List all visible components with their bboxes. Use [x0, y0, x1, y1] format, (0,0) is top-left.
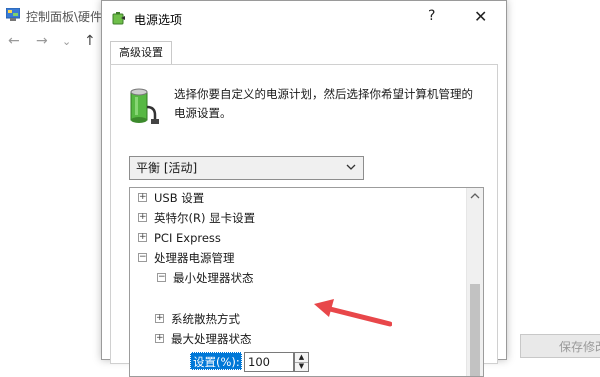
- save-changes-button[interactable]: 保存修改: [520, 334, 600, 358]
- back-arrow-icon[interactable]: ←: [8, 33, 20, 49]
- expand-icon[interactable]: +: [155, 314, 164, 323]
- tree-item-label: 系统散热方式: [171, 312, 240, 326]
- power-plan-select[interactable]: 平衡 [活动]: [129, 156, 364, 180]
- dialog-titlebar: 电源选项 ? ✕: [102, 1, 506, 35]
- power-options-dialog: 电源选项 ? ✕ 高级设置 选择你要自定义的电源计划，然后选择你希望计算机管理的…: [101, 0, 507, 377]
- setting-spinner[interactable]: ▲ ▼: [294, 352, 309, 372]
- annotation-arrow-icon: [314, 299, 392, 327]
- tree-item-label: 处理器电源管理: [154, 251, 235, 265]
- control-panel-title: 控制面板\硬件: [26, 10, 103, 24]
- recent-locations-dropdown-icon[interactable]: ⌄: [62, 35, 71, 48]
- navigation-bar: ← → ⌄ ↑: [0, 31, 110, 57]
- power-plan-value: 平衡 [活动]: [136, 161, 198, 175]
- tree-item-label: USB 设置: [154, 191, 205, 205]
- tree-item-label: 英特尔(R) 显卡设置: [154, 211, 256, 225]
- expand-icon[interactable]: +: [138, 233, 147, 242]
- tree-item-label: PCI Express: [154, 231, 221, 245]
- collapse-icon[interactable]: −: [138, 253, 147, 262]
- tree-scrollbar[interactable]: [466, 188, 483, 376]
- setting-percent-input[interactable]: 100: [244, 352, 294, 372]
- close-button[interactable]: ✕: [474, 7, 487, 26]
- scroll-up-arrow-icon[interactable]: [470, 191, 480, 201]
- chevron-down-icon: [346, 164, 356, 170]
- expand-icon[interactable]: +: [155, 334, 164, 343]
- battery-icon: [130, 88, 159, 124]
- control-panel-icon: [6, 8, 20, 21]
- expand-icon[interactable]: +: [138, 193, 147, 202]
- power-options-icon: [112, 12, 125, 25]
- forward-arrow-icon[interactable]: →: [36, 33, 48, 49]
- description-text: 选择你要自定义的电源计划，然后选择你希望计算机管理的电源设置。: [174, 87, 473, 120]
- collapse-icon[interactable]: −: [157, 273, 166, 282]
- advanced-settings-panel: 选择你要自定义的电源计划，然后选择你希望计算机管理的电源设置。 平衡 [活动] …: [110, 64, 498, 377]
- help-button[interactable]: ?: [428, 8, 435, 24]
- dialog-title: 电源选项: [134, 13, 183, 27]
- scrollbar-thumb[interactable]: [470, 284, 480, 376]
- expand-icon[interactable]: +: [138, 213, 147, 222]
- spin-down-icon[interactable]: ▼: [295, 362, 308, 371]
- setting-percent-label: 设置(%):: [190, 352, 242, 370]
- tree-item-label: 最大处理器状态: [171, 332, 252, 346]
- tab-advanced-settings[interactable]: 高级设置: [110, 41, 172, 65]
- tree-item-label: 最小处理器状态: [173, 271, 254, 285]
- up-arrow-icon[interactable]: ↑: [84, 33, 96, 49]
